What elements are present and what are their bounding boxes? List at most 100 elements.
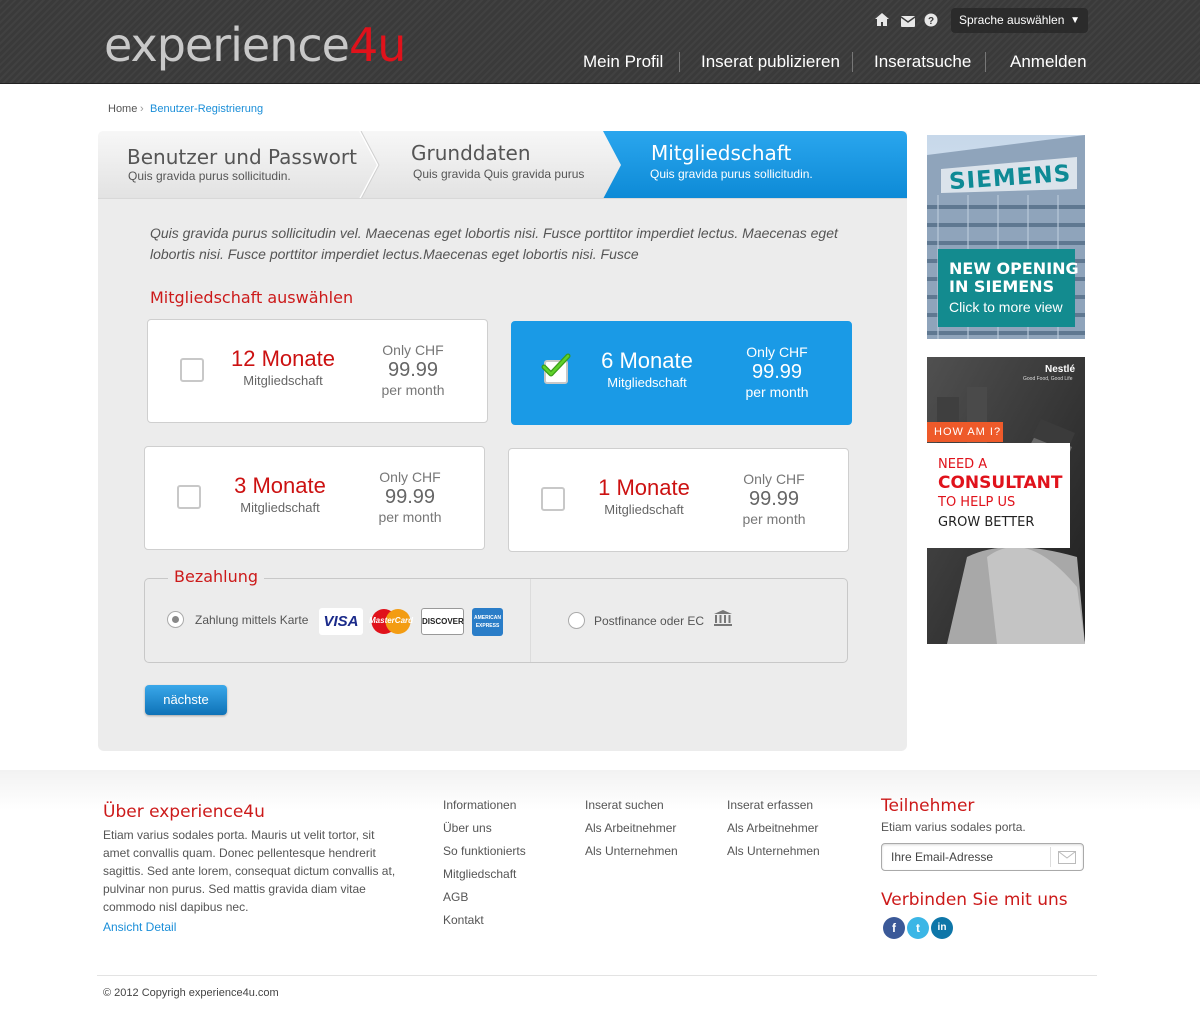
ad-line: TO HELP US (938, 495, 1016, 510)
footer-divider (97, 975, 1097, 976)
nestle-ad[interactable]: Nestlé Good Food, Good Life HOW AM I? NE… (927, 357, 1085, 644)
step-1-subtitle: Quis gravida purus sollicitudin. (128, 169, 291, 183)
price-value: 99.99 (387, 359, 439, 381)
help-icon[interactable]: ? (924, 13, 938, 32)
plan-type: Mitgliedschaft (240, 500, 320, 515)
plan-checkbox[interactable] (541, 487, 565, 511)
plan-price: Only CHF 99.99 per month (368, 342, 458, 398)
ad-line: CONSULTANT (938, 473, 1063, 493)
plan-type: Mitgliedschaft (243, 373, 323, 388)
price-prefix: Only CHF (746, 344, 808, 360)
email-divider (1050, 847, 1051, 867)
discover-card-icon: DISCOVER (421, 608, 464, 635)
mail-icon[interactable] (900, 14, 916, 32)
breadcrumb-separator-icon: › (140, 103, 144, 115)
facebook-icon[interactable]: f (883, 917, 905, 939)
plan-type: Mitgliedschaft (607, 375, 687, 390)
step-3-title[interactable]: Mitgliedschaft (651, 141, 791, 165)
logo-accent: 4u (348, 18, 406, 72)
visa-text: VISA (323, 613, 359, 630)
nav-inseratsuche[interactable]: Inseratsuche (874, 52, 971, 72)
footer-link[interactable]: Informationen (443, 798, 516, 812)
plan-price: Only CHF 99.99 per month (732, 344, 822, 400)
footer-link[interactable]: Als Unternehmen (727, 844, 820, 858)
discover-text: DISCOVER (422, 617, 464, 626)
envelope-icon[interactable] (1058, 851, 1076, 869)
plan-name: 3 Monate (234, 473, 326, 498)
footer-participants-title: Teilnehmer (881, 796, 975, 816)
footer-connect-title: Verbinden Sie mit uns (881, 890, 1068, 910)
breadcrumb-home[interactable]: Home (108, 103, 137, 115)
twitter-icon[interactable]: t (907, 917, 929, 939)
card-payment-label[interactable]: Zahlung mittels Karte (195, 613, 308, 627)
footer-link[interactable]: Inserat erfassen (727, 798, 813, 812)
plan-name: 6 Monate (601, 348, 693, 373)
copyright: © 2012 Copyrigh experience4u.com (103, 987, 279, 999)
price-prefix: Only CHF (382, 342, 444, 358)
nav-anmelden[interactable]: Anmelden (1010, 52, 1087, 72)
footer-link[interactable]: Inserat suchen (585, 798, 664, 812)
breadcrumb-current: Benutzer-Registrierung (150, 103, 264, 115)
step-1-title[interactable]: Benutzer und Passwort (127, 145, 357, 169)
bank-icon (713, 610, 733, 632)
nav-divider (852, 52, 853, 72)
footer-link[interactable]: Als Arbeitnehmer (585, 821, 676, 835)
footer-link[interactable]: Kontakt (443, 913, 484, 927)
footer-link[interactable]: Als Arbeitnehmer (727, 821, 818, 835)
plan-type: Mitgliedschaft (604, 502, 684, 517)
footer-participants-text: Etiam varius sodales porta. (881, 820, 1026, 834)
footer-link[interactable]: Über uns (443, 821, 492, 835)
footer-link[interactable]: Mitgliedschaft (443, 867, 516, 881)
price-value: 99.99 (748, 488, 800, 510)
footer-link[interactable]: Als Unternehmen (585, 844, 678, 858)
footer-link[interactable]: AGB (443, 890, 468, 904)
site-logo[interactable]: experience4u (104, 18, 406, 72)
amex-card-icon: AMERICAN EXPRESS (472, 608, 503, 636)
price-value: 99.99 (751, 361, 803, 383)
card-payment-radio[interactable] (167, 611, 184, 628)
step-2-title[interactable]: Grunddaten (411, 141, 531, 165)
plan-checkbox[interactable] (180, 358, 204, 382)
price-suffix: per month (742, 511, 806, 527)
nav-divider (679, 52, 680, 72)
price-value: 99.99 (384, 486, 436, 508)
plan-checkbox[interactable] (177, 485, 201, 509)
linkedin-icon[interactable]: in (931, 917, 953, 939)
email-field[interactable] (882, 844, 1050, 870)
nestle-tagline: Good Food, Good Life (1023, 376, 1073, 382)
postfinance-radio[interactable] (568, 612, 585, 629)
nav-mein-profil[interactable]: Mein Profil (583, 52, 663, 72)
plan-price: Only CHF 99.99 per month (365, 469, 455, 525)
next-button[interactable]: nächste (145, 685, 227, 715)
nestle-tag: HOW AM I? (927, 422, 1003, 442)
logo-text: experience (104, 18, 350, 72)
footer-link[interactable]: So funktionierts (443, 844, 526, 858)
plan-6-months[interactable]: 6 Monate Mitgliedschaft Only CHF 99.99 p… (511, 321, 852, 425)
plan-12-months[interactable]: 12 Monate Mitgliedschaft Only CHF 99.99 … (147, 319, 488, 423)
plan-name: 12 Monate (231, 346, 335, 371)
language-select[interactable]: Sprache auswählen ▼ (951, 8, 1088, 33)
ad-line: Click to more view (949, 299, 1063, 315)
plan-1-month[interactable]: 1 Monate Mitgliedschaft Only CHF 99.99 p… (508, 448, 849, 552)
step-3-subtitle: Quis gravida purus sollicitudin. (650, 167, 813, 181)
ad-tag-text: HOW AM I? (934, 426, 1002, 438)
chevron-down-icon: ▼ (1070, 15, 1080, 26)
nav-inserat-publizieren[interactable]: Inserat publizieren (701, 52, 840, 72)
mastercard-icon: MasterCard (369, 608, 413, 635)
nav-divider (985, 52, 986, 72)
footer-about-title: Über experience4u (103, 802, 265, 822)
home-icon[interactable] (874, 12, 890, 32)
postfinance-label[interactable]: Postfinance oder EC (594, 614, 704, 628)
footer-about-text: Etiam varius sodales porta. Mauris ut ve… (103, 828, 396, 914)
plan-price: Only CHF 99.99 per month (729, 471, 819, 527)
membership-heading: Mitgliedschaft auswählen (150, 288, 354, 307)
payment-legend: Bezahlung (168, 567, 265, 586)
siemens-ad[interactable]: SIEMENS NEW OPENING IN SIEMENS Click to … (927, 135, 1085, 339)
amex-text: AMERICAN EXPRESS (474, 615, 501, 629)
header: experience4u ? Sprache auswählen ▼ Mein … (0, 0, 1200, 84)
price-suffix: per month (381, 382, 445, 398)
plan-name: 1 Monate (598, 475, 690, 500)
plan-3-months[interactable]: 3 Monate Mitgliedschaft Only CHF 99.99 p… (144, 446, 485, 550)
price-suffix: per month (378, 509, 442, 525)
footer-about-link[interactable]: Ansicht Detail (103, 920, 176, 934)
